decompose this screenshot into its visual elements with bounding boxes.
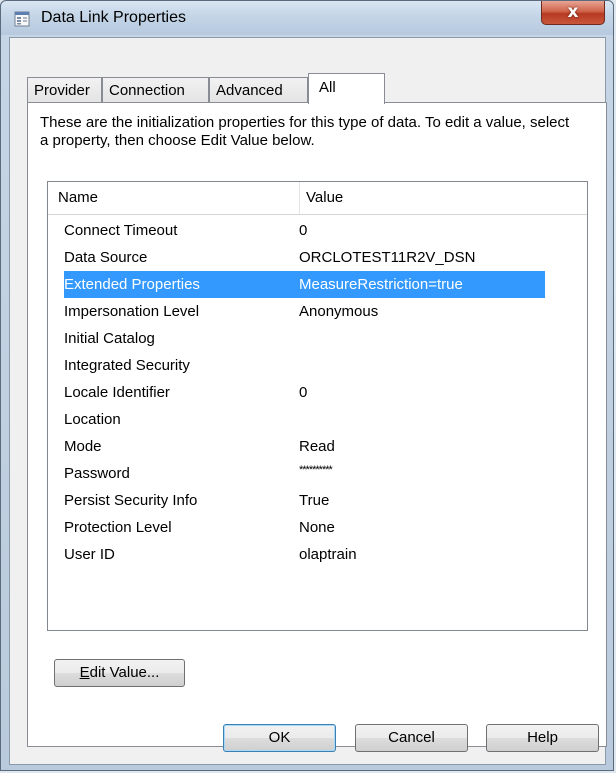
property-value: Read: [299, 438, 335, 455]
property-name: Initial Catalog: [64, 330, 155, 347]
tab-advanced[interactable]: Advanced: [209, 77, 308, 103]
property-row[interactable]: Locale Identifier 0: [64, 379, 545, 406]
edit-value-button[interactable]: Edit Value...: [54, 659, 185, 687]
mnemonic-e: E: [79, 664, 90, 681]
property-row[interactable]: Integrated Security: [64, 352, 545, 379]
tab-panel-all: These are the initialization properties …: [27, 102, 607, 747]
property-name: Integrated Security: [64, 357, 190, 374]
property-value: olaptrain: [299, 546, 357, 563]
property-value: ORCLOTEST11R2V_DSN: [299, 249, 476, 266]
property-name: Protection Level: [64, 519, 172, 536]
properties-list[interactable]: Name Value Connect Timeout 0 Data Source…: [47, 181, 588, 631]
property-row[interactable]: Protection Level None: [64, 514, 545, 541]
window-title: Data Link Properties: [41, 9, 186, 26]
property-name: Impersonation Level: [64, 303, 200, 320]
property-name: Location: [64, 411, 121, 428]
property-value: Anonymous: [299, 303, 379, 320]
tab-provider[interactable]: Provider: [27, 77, 102, 103]
button-label: Cancel: [388, 729, 435, 746]
close-button[interactable]: x: [541, 1, 605, 25]
property-name: Persist Security Info: [64, 492, 198, 509]
property-row[interactable]: Mode Read: [64, 433, 545, 460]
property-name: Password: [64, 465, 130, 482]
property-row[interactable]: Impersonation Level Anonymous: [64, 298, 545, 325]
data-link-icon: [14, 11, 30, 27]
property-name: User ID: [64, 546, 115, 563]
title-bar[interactable]: Data Link Properties x: [1, 1, 613, 35]
description-text: These are the initialization properties …: [40, 114, 570, 149]
property-name: Mode: [64, 438, 102, 455]
property-row[interactable]: Password **********: [64, 460, 545, 487]
close-icon: x: [567, 2, 579, 22]
property-row-selected[interactable]: Extended Properties MeasureRestriction=t…: [64, 271, 545, 298]
cancel-button[interactable]: Cancel: [355, 724, 468, 752]
property-row[interactable]: User ID olaptrain: [64, 541, 545, 568]
dialog-window: Data Link Properties x Provider Connecti…: [0, 0, 614, 771]
button-label: Help: [527, 729, 558, 746]
property-value: MeasureRestriction=true: [299, 276, 463, 293]
column-header-value[interactable]: Value: [306, 182, 343, 214]
column-header-name[interactable]: Name: [58, 182, 98, 214]
property-value: 0: [299, 222, 308, 239]
dialog-client-area: Provider Connection Advanced All These a…: [9, 37, 607, 765]
property-name: Locale Identifier: [64, 384, 170, 401]
help-button[interactable]: Help: [486, 724, 599, 752]
tab-all[interactable]: All: [308, 73, 385, 104]
ok-button[interactable]: OK: [223, 724, 336, 752]
property-name: Extended Properties: [64, 276, 200, 293]
tab-label: All: [319, 79, 336, 96]
tab-connection[interactable]: Connection: [102, 77, 209, 103]
property-name: Data Source: [64, 249, 148, 266]
property-name: Connect Timeout: [64, 222, 178, 239]
property-row[interactable]: Initial Catalog: [64, 325, 545, 352]
property-row[interactable]: Persist Security Info True: [64, 487, 545, 514]
column-separator[interactable]: [299, 182, 300, 214]
tab-label: Connection: [109, 82, 185, 99]
tab-label: Provider: [34, 82, 90, 99]
list-header: Name Value: [48, 182, 587, 215]
property-row[interactable]: Location: [64, 406, 545, 433]
property-value-masked: **********: [299, 464, 333, 476]
button-label: OK: [268, 729, 291, 746]
property-value: True: [299, 492, 330, 509]
property-value: None: [299, 519, 335, 536]
property-row[interactable]: Data Source ORCLOTEST11R2V_DSN: [64, 244, 545, 271]
tab-label: Advanced: [216, 82, 283, 99]
property-value: 0: [299, 384, 308, 401]
property-row[interactable]: Connect Timeout 0: [64, 217, 545, 244]
button-label: dit Value...: [89, 664, 160, 681]
